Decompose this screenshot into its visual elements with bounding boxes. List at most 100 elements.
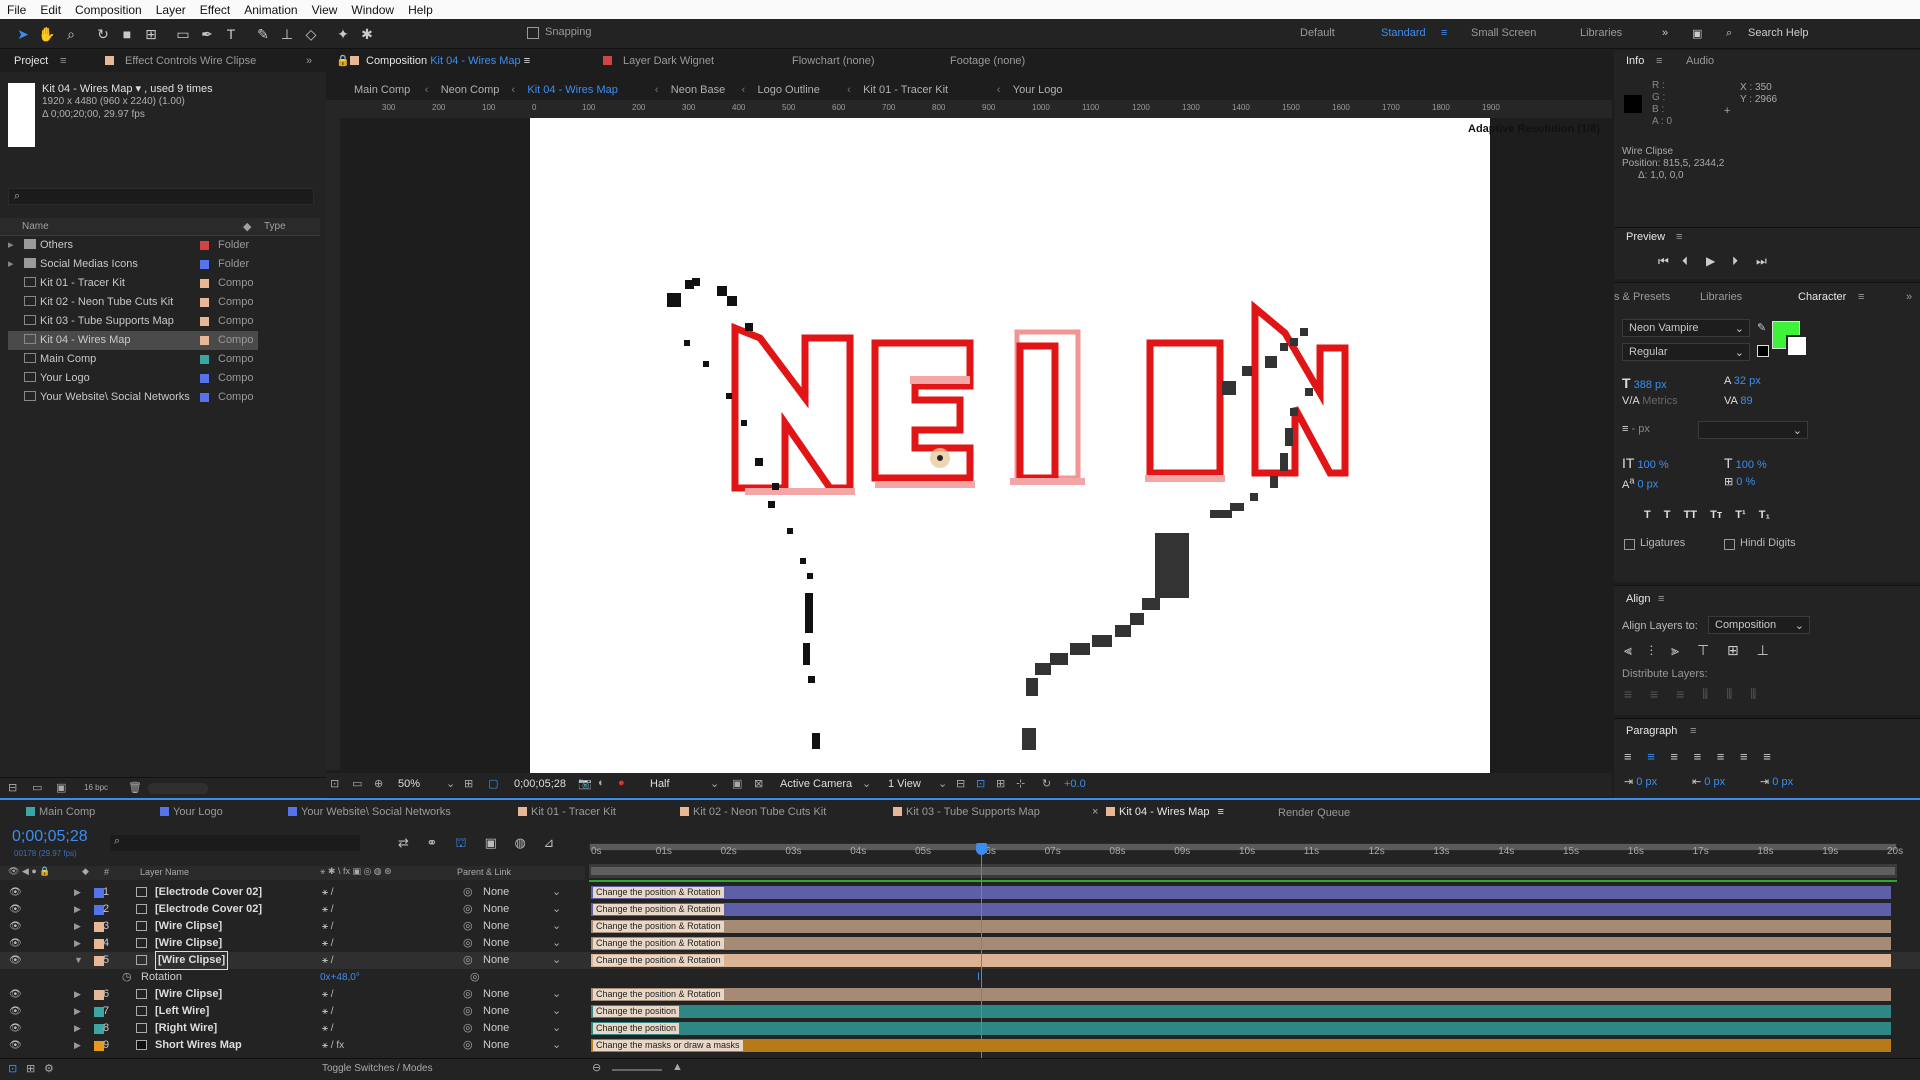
3d-glasses-icon[interactable]: ⊕ xyxy=(374,777,383,790)
tab-layer[interactable]: Layer Dark Wignet xyxy=(623,55,714,67)
menu-layer[interactable]: Layer xyxy=(149,3,193,17)
project-item[interactable]: Kit 03 - Tube Supports Map Compo xyxy=(8,312,258,331)
camera-dropdown[interactable]: Active Camera xyxy=(780,778,852,790)
expand-arrow-icon[interactable]: ▼ xyxy=(74,952,83,969)
comp-flowchart-icon[interactable]: ⊡ xyxy=(8,1062,17,1075)
kerning-value[interactable]: Metrics xyxy=(1642,395,1677,407)
stroke-style-dropdown[interactable]: ⌄ xyxy=(1698,421,1808,439)
pixel-aspect-icon[interactable]: ⊟ xyxy=(956,777,965,790)
tab-effect-controls[interactable]: Effect Controls Wire Clipse xyxy=(125,55,256,67)
layer-row[interactable]: 👁 ▶ 9 Short Wires Map ⚹ / fx ◎ None ⌄ Change the… xyxy=(0,1037,1920,1054)
stopwatch-icon[interactable]: ◷ xyxy=(122,969,132,986)
chevron-down-icon[interactable]: ⌄ xyxy=(552,986,561,1003)
menu-animation[interactable]: Animation xyxy=(237,3,304,17)
layer-row[interactable]: 👁 ▶ 1 [Electrode Cover 02] ⚹ / ◎ None ⌄ Change t… xyxy=(0,884,1920,901)
expression-pick-whip-icon[interactable]: ◎ xyxy=(470,969,480,986)
layer-switches[interactable]: ⚹ / xyxy=(322,918,334,935)
previous-frame-icon[interactable]: ⏴ xyxy=(1682,254,1688,269)
layer-name[interactable]: [Wire Clipse] xyxy=(155,986,222,1003)
pick-whip-icon[interactable]: ◎ xyxy=(463,901,473,918)
pick-whip-icon[interactable]: ◎ xyxy=(463,1037,473,1054)
chevron-down-icon[interactable]: ⌄ xyxy=(552,884,561,901)
visibility-eye-icon[interactable]: 👁 xyxy=(9,1003,22,1020)
layer-row[interactable]: 👁 ▶ 6 [Wire Clipse] ⚹ / ◎ None ⌄ Change the posi… xyxy=(0,986,1920,1003)
workspace-small-screen[interactable]: Small Screen xyxy=(1471,27,1536,39)
font-style-dropdown[interactable]: Regular ⌄ xyxy=(1622,343,1750,361)
toggle-switches-modes[interactable]: Toggle Switches / Modes xyxy=(322,1063,433,1074)
tab-character[interactable]: Character xyxy=(1798,291,1846,303)
interpret-footage-icon[interactable]: ⊟ xyxy=(8,781,17,794)
pick-whip-icon[interactable]: ◎ xyxy=(463,986,473,1003)
leading-value[interactable]: 32 px xyxy=(1734,375,1761,387)
project-item[interactable]: Your Logo Compo xyxy=(8,369,258,388)
play-icon[interactable]: ▶ xyxy=(1706,254,1715,268)
layer-row[interactable]: 👁 ▶ 2 [Electrode Cover 02] ⚹ / ◎ None ⌄ Change t… xyxy=(0,901,1920,918)
align-menu-icon[interactable]: ≡ xyxy=(1658,593,1664,605)
timeline-tab[interactable]: Kit 01 - Tracer Kit xyxy=(518,806,616,818)
visibility-eye-icon[interactable]: 👁 xyxy=(9,986,22,1003)
parent-dropdown[interactable]: None xyxy=(483,952,509,969)
pick-whip-icon[interactable]: ◎ xyxy=(463,1003,473,1020)
column-name[interactable]: Name xyxy=(22,221,49,232)
label-color[interactable] xyxy=(200,374,209,383)
timeline-tab[interactable]: Your Website\ Social Networks xyxy=(288,806,451,818)
timeline-tab[interactable]: Main Comp xyxy=(26,806,95,818)
tab-composition[interactable]: Composition Kit 04 - Wires Map ≡ xyxy=(366,55,530,67)
property-value[interactable]: 0x+48,0° xyxy=(320,969,360,986)
label-color[interactable] xyxy=(200,279,209,288)
reset-exposure-icon[interactable]: ↻ xyxy=(1042,777,1051,790)
timeline-tab[interactable]: Kit 04 - Wires Map ≡ × xyxy=(1092,806,1224,818)
project-item[interactable]: Kit 04 - Wires Map Compo xyxy=(8,331,258,350)
snapshot-icon[interactable]: 📷 xyxy=(578,777,592,790)
visibility-eye-icon[interactable]: 👁 xyxy=(9,884,22,901)
indent-first-value[interactable]: 0 px xyxy=(1704,776,1725,788)
expand-arrow-icon[interactable]: ▸ xyxy=(8,236,18,255)
layer-duration-bar[interactable]: Change the position & Rotation xyxy=(591,954,1891,967)
resolution-dropdown[interactable]: Half xyxy=(650,778,670,790)
stroke-color-swatch[interactable] xyxy=(1786,335,1808,357)
panel-overflow-icon[interactable]: » xyxy=(306,55,312,67)
layer-name[interactable]: [Left Wire] xyxy=(155,1003,209,1020)
layer-row[interactable]: 👁 ▶ 3 [Wire Clipse] ⚹ / ◎ None ⌄ Change the posi… xyxy=(0,918,1920,935)
label-color[interactable] xyxy=(200,241,209,250)
baseline-shift-value[interactable]: 0 px xyxy=(1638,479,1659,491)
expand-arrow-icon[interactable]: ▸ xyxy=(8,255,18,274)
menu-window[interactable]: Window xyxy=(344,3,401,17)
timeline-zoom-slider[interactable] xyxy=(612,1069,662,1071)
tab-render-queue[interactable]: Render Queue xyxy=(1278,807,1350,819)
black-swatch[interactable] xyxy=(1757,345,1769,357)
layer-duration-bar[interactable]: Change the position & Rotation xyxy=(591,988,1891,1001)
breadcrumb-item[interactable]: Kit 01 - Tracer Kit xyxy=(863,84,948,96)
show-snapshot-icon[interactable]: ◐ xyxy=(598,777,605,789)
first-frame-icon[interactable]: ⏮ xyxy=(1658,254,1669,269)
project-item[interactable]: ▸ Others Folder xyxy=(8,236,258,255)
pick-whip-icon[interactable]: ◎ xyxy=(463,918,473,935)
expand-arrow-icon[interactable]: ▶ xyxy=(74,884,81,901)
channel-icon[interactable]: ● xyxy=(618,777,625,789)
views-dropdown-icon[interactable]: ⌄ xyxy=(938,777,947,790)
parent-dropdown[interactable]: None xyxy=(483,1037,509,1054)
tab-footage[interactable]: Footage (none) xyxy=(950,55,1025,67)
breadcrumb-item[interactable]: Neon Base xyxy=(671,84,725,96)
layer-switches[interactable]: ⚹ / xyxy=(322,1020,334,1037)
parent-dropdown[interactable]: None xyxy=(483,884,509,901)
layer-switches[interactable]: ⚹ / xyxy=(322,901,334,918)
new-comp-icon[interactable]: ▣ xyxy=(56,781,66,794)
indent-left-value[interactable]: 0 px xyxy=(1636,776,1657,788)
layer-duration-bar[interactable]: Change the position & Rotation xyxy=(591,920,1891,933)
workspace-default[interactable]: Default xyxy=(1300,27,1335,39)
menu-view[interactable]: View xyxy=(305,3,345,17)
parent-dropdown[interactable]: None xyxy=(483,986,509,1003)
expand-arrow-icon[interactable]: ▶ xyxy=(74,918,81,935)
fast-previews-icon[interactable]: ⊡ xyxy=(976,777,985,790)
tab-effects-presets[interactable]: s & Presets xyxy=(1614,291,1670,303)
layer-property-row[interactable]: ◷ Rotation 0x+48,0° ◎ I xyxy=(0,969,1920,986)
pick-whip-icon[interactable]: ◎ xyxy=(463,935,473,952)
pan-behind-tool-icon[interactable]: ⊞ xyxy=(142,25,160,43)
primary-viewer-icon[interactable]: ▭ xyxy=(352,777,362,790)
column-layer-name[interactable]: Layer Name xyxy=(140,867,189,877)
ligatures-checkbox[interactable] xyxy=(1624,539,1635,550)
toggle-mask-icon[interactable]: ⊠ xyxy=(754,777,763,790)
preview-menu-icon[interactable]: ≡ xyxy=(1676,231,1682,243)
layer-duration-bar[interactable]: Change the position xyxy=(591,1022,1891,1035)
